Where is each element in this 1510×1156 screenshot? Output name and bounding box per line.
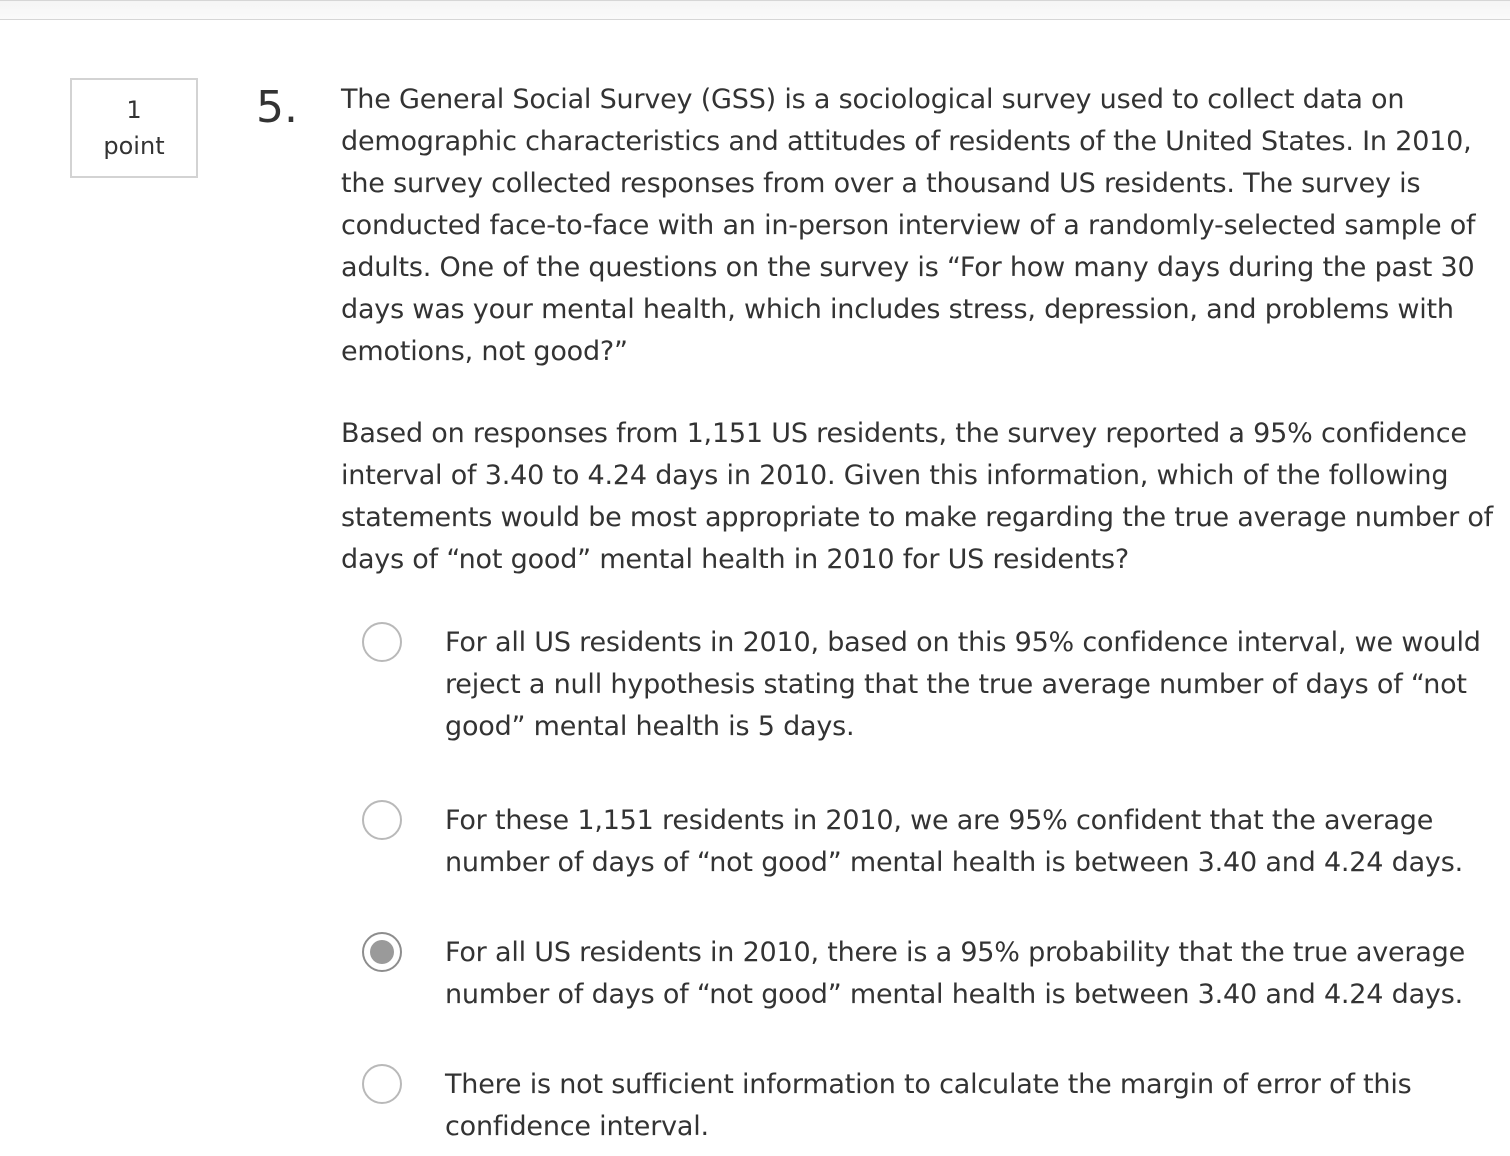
question-paragraph: Based on responses from 1,151 US residen… (341, 418, 1493, 575)
radio-button[interactable] (362, 622, 402, 662)
question-paragraph: The General Social Survey (GSS) is a soc… (341, 84, 1476, 367)
question-number: 5. (256, 82, 298, 133)
answer-option-3[interactable]: For all US residents in 2010, there is a… (360, 932, 1500, 1016)
answer-option-4[interactable]: There is not sufficient information to c… (360, 1064, 1500, 1148)
answer-options: For all US residents in 2010, based on t… (360, 622, 1500, 1148)
option-label: For all US residents in 2010, there is a… (445, 937, 1465, 1010)
radio-button[interactable] (362, 800, 402, 840)
option-label: There is not sufficient information to c… (445, 1069, 1412, 1142)
radio-button[interactable] (362, 1064, 402, 1104)
question-text: The General Social Survey (GSS) is a soc… (341, 79, 1501, 621)
radio-button-selected[interactable] (362, 932, 402, 972)
answer-option-1[interactable]: For all US residents in 2010, based on t… (360, 622, 1500, 748)
answer-option-2[interactable]: For these 1,151 residents in 2010, we ar… (360, 800, 1500, 884)
points-label: point (103, 132, 165, 160)
top-divider (0, 0, 1510, 20)
points-value: 1 (126, 96, 142, 124)
option-label: For these 1,151 residents in 2010, we ar… (445, 805, 1463, 878)
option-label: For all US residents in 2010, based on t… (445, 627, 1481, 742)
points-badge: 1 point (70, 78, 198, 178)
